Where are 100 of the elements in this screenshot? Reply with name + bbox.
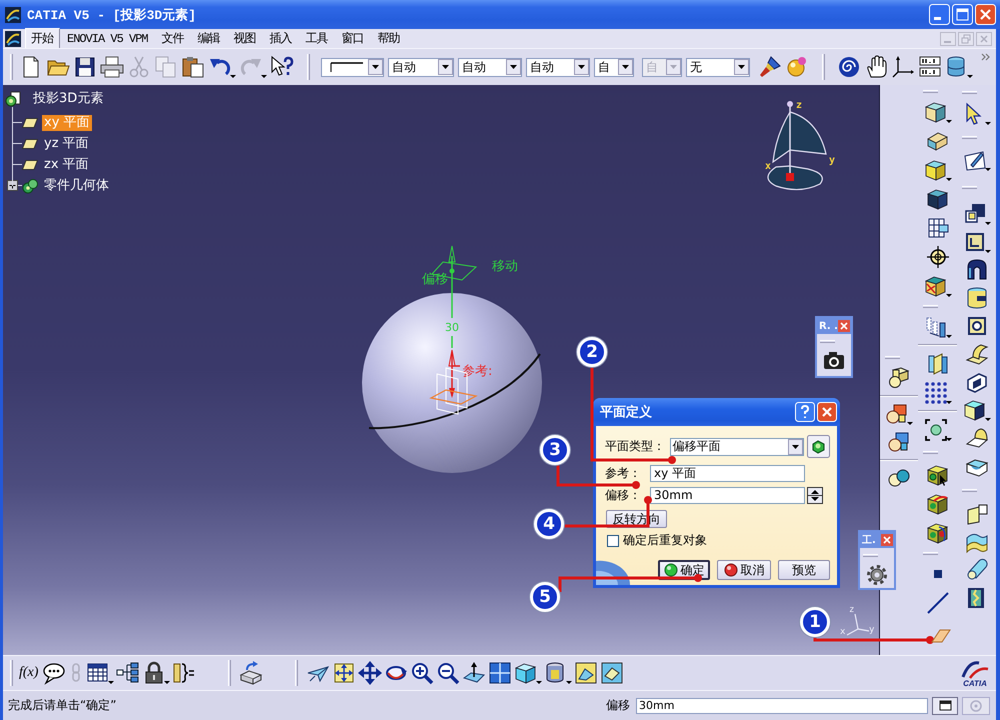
menu-item[interactable]: 窗口 (336, 28, 371, 49)
line-icon[interactable] (926, 592, 948, 614)
planes-icon[interactable] (926, 352, 950, 376)
checkbox-label[interactable]: 确定后重复对象 (623, 532, 707, 549)
draft-icon[interactable] (964, 426, 988, 450)
save-icon[interactable] (73, 55, 97, 79)
normal-view-icon[interactable] (462, 661, 486, 685)
block-icon[interactable] (926, 186, 950, 210)
menu-item[interactable]: 插入 (264, 28, 299, 49)
assembly-icon[interactable] (887, 366, 911, 390)
block-icon[interactable] (924, 158, 952, 182)
cube-icon[interactable] (962, 398, 990, 422)
window-icon[interactable] (932, 696, 958, 714)
tree-item[interactable]: 零件几何体 (42, 178, 111, 194)
ball-icon[interactable] (924, 418, 952, 442)
toolbar-grip[interactable] (10, 660, 13, 686)
dropdown[interactable] (321, 58, 384, 76)
toolbar-grip[interactable] (10, 54, 13, 80)
caret-icon[interactable] (788, 438, 803, 454)
caret-icon[interactable] (506, 59, 521, 75)
block-icon[interactable] (926, 492, 950, 516)
formula-button[interactable]: f(x) (19, 665, 38, 681)
block-icon[interactable] (926, 462, 950, 486)
help-icon[interactable] (795, 402, 815, 422)
dropdown[interactable]: 自动 (458, 58, 522, 76)
toolbar-grip[interactable] (822, 54, 825, 80)
close-icon[interactable] (838, 320, 850, 332)
menu-item[interactable]: 工具 (300, 28, 335, 49)
dropdown[interactable]: 偏移平面 (670, 438, 804, 456)
menu-item[interactable]: 开始 (25, 28, 60, 49)
box-arrow-icon[interactable] (239, 661, 264, 685)
zoom-in-icon[interactable] (410, 661, 434, 685)
cylinder-icon[interactable] (964, 286, 988, 310)
toolbar-grip[interactable] (228, 660, 232, 686)
chevron-icon[interactable] (981, 53, 990, 61)
block-icon[interactable] (926, 520, 950, 544)
axis-icon[interactable] (891, 55, 915, 79)
clipboard-icon[interactable] (181, 55, 205, 79)
box-icon[interactable] (962, 202, 990, 226)
tree-diagram-icon[interactable] (116, 661, 140, 685)
input-field[interactable]: xy 平面 (650, 465, 805, 482)
tree-item[interactable]: yz 平面 (42, 136, 91, 152)
speech-bubble-icon[interactable] (42, 661, 66, 685)
crosshair-icon[interactable] (926, 244, 950, 268)
compass-drawing[interactable] (767, 101, 827, 190)
menu-item[interactable]: 编辑 (192, 28, 227, 49)
menu-item[interactable]: 视图 (228, 28, 263, 49)
zoom-out-icon[interactable] (436, 661, 460, 685)
cancel-button[interactable]: 取消 (717, 560, 771, 580)
bars-icon[interactable] (924, 314, 952, 338)
tree-item[interactable]: zx 平面 (42, 156, 91, 172)
move-arrows-icon[interactable] (358, 661, 382, 685)
dropdown[interactable]: 无 (686, 58, 750, 76)
brush-icon[interactable] (758, 55, 782, 79)
cylinder-icon[interactable] (945, 55, 973, 79)
rib-icon[interactable] (964, 342, 988, 366)
caret-icon[interactable] (618, 59, 633, 75)
dropdown[interactable]: 自 (594, 58, 634, 76)
cube-icon[interactable] (514, 661, 542, 685)
part-icon[interactable] (807, 435, 830, 458)
caret-icon[interactable] (438, 59, 453, 75)
input-field[interactable]: 30mm (650, 487, 805, 504)
menu-item[interactable]: ENOVIA V5 VPM (61, 30, 155, 48)
cylinder-icon[interactable] (544, 661, 572, 685)
caret-icon[interactable] (574, 59, 589, 75)
number-box-icon[interactable] (918, 55, 942, 79)
quad-view-icon[interactable] (488, 661, 512, 685)
toolbar-grip[interactable] (307, 54, 310, 80)
input-field[interactable]: 30mm (636, 698, 928, 714)
table-icon[interactable] (86, 661, 114, 685)
close-icon[interactable] (881, 534, 893, 546)
spinner-icon[interactable] (807, 487, 823, 504)
gear-icon[interactable] (865, 563, 889, 587)
expander-icon[interactable] (7, 180, 18, 191)
block-icon[interactable] (924, 274, 952, 298)
printer-icon[interactable] (100, 55, 124, 79)
caret-icon[interactable] (368, 59, 383, 75)
tree-item[interactable]: 投影3D元素 (31, 91, 106, 107)
swap-icon[interactable] (600, 661, 624, 685)
preview-button[interactable]: 预览 (778, 560, 830, 580)
grid-box-icon[interactable] (926, 216, 950, 240)
checkbox[interactable] (607, 534, 619, 546)
document-icon[interactable] (5, 30, 21, 46)
toolbar-grip[interactable] (295, 660, 298, 686)
arch-icon[interactable] (964, 258, 988, 282)
hide-show-icon[interactable] (574, 661, 598, 685)
block-icon[interactable] (924, 100, 952, 124)
brace-icon[interactable] (172, 661, 196, 685)
menu-item[interactable]: 帮助 (372, 28, 407, 49)
parts-icon[interactable] (885, 402, 913, 426)
fit-all-icon[interactable] (332, 661, 356, 685)
cylinder-icon[interactable] (964, 558, 988, 582)
caret-icon[interactable] (734, 59, 749, 75)
spiral-icon[interactable] (837, 55, 861, 79)
parts-icon[interactable] (887, 430, 911, 454)
dot-grid-icon[interactable] (924, 380, 952, 404)
menu-item[interactable]: 文件 (156, 28, 191, 49)
dropdown[interactable]: 自动 (526, 58, 590, 76)
maximize-icon[interactable] (952, 4, 973, 25)
thickness-icon[interactable] (964, 502, 988, 526)
